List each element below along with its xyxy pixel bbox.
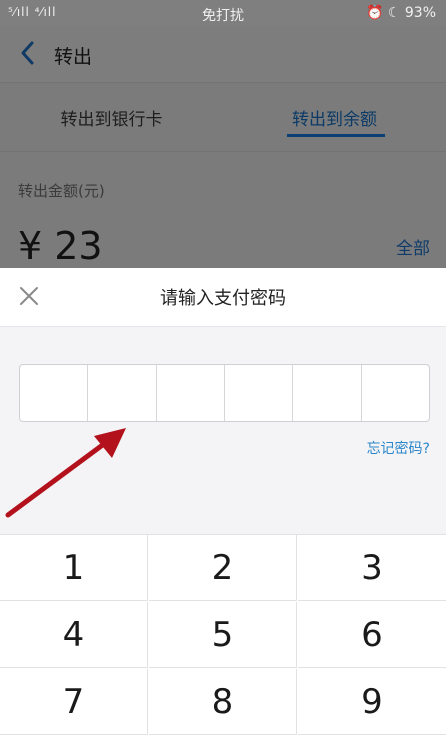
password-digit-cell[interactable]: [88, 365, 157, 421]
key-1[interactable]: 1: [0, 535, 148, 601]
tab-balance[interactable]: 转出到余额: [223, 105, 446, 130]
tab-bar: 转出到银行卡 转出到余额: [0, 83, 446, 152]
amount-value[interactable]: ¥ 23: [18, 224, 103, 268]
key-9[interactable]: 9: [298, 669, 446, 735]
tab-bank-card[interactable]: 转出到银行卡: [0, 105, 223, 130]
password-digit-cell[interactable]: [157, 365, 225, 421]
key-8[interactable]: 8: [149, 669, 297, 735]
key-5[interactable]: 5: [149, 602, 297, 668]
key-4[interactable]: 4: [0, 602, 148, 668]
key-3[interactable]: 3: [298, 535, 446, 601]
password-digit-cell[interactable]: [293, 365, 362, 421]
status-right: ⏰ ☾ 93%: [366, 5, 436, 21]
key-2[interactable]: 2: [149, 535, 297, 601]
numeric-keypad: 1 2 3 4 5 6 7 8 9: [0, 534, 446, 742]
password-digit-cell[interactable]: [362, 365, 429, 421]
sheet-header: 请输入支付密码: [0, 268, 446, 327]
active-tab-indicator: [287, 134, 385, 137]
forgot-password-link[interactable]: 忘记密码?: [367, 438, 430, 458]
password-input[interactable]: [19, 364, 430, 422]
amount-label: 转出金额(元): [18, 182, 105, 200]
key-7[interactable]: 7: [0, 669, 148, 735]
battery-text: 93%: [404, 5, 436, 21]
key-6[interactable]: 6: [298, 602, 446, 668]
annotation-arrow-icon: [5, 428, 126, 518]
status-bar: ⁵⁄ıll ⁴⁄ıll 免打扰 ⏰ ☾ 93%: [0, 0, 446, 26]
all-amount-link[interactable]: 全部: [396, 234, 430, 259]
nav-bar: 转出: [0, 26, 446, 83]
sheet-title: 请输入支付密码: [160, 288, 286, 309]
page-title: 转出: [54, 46, 93, 68]
back-icon[interactable]: [18, 38, 38, 68]
amount-panel: 转出金额(元) ¥ 23 全部: [0, 152, 446, 268]
alarm-moon-icon: ⏰ ☾: [365, 5, 401, 21]
password-digit-cell[interactable]: [225, 365, 294, 421]
password-digit-cell[interactable]: [20, 365, 89, 421]
